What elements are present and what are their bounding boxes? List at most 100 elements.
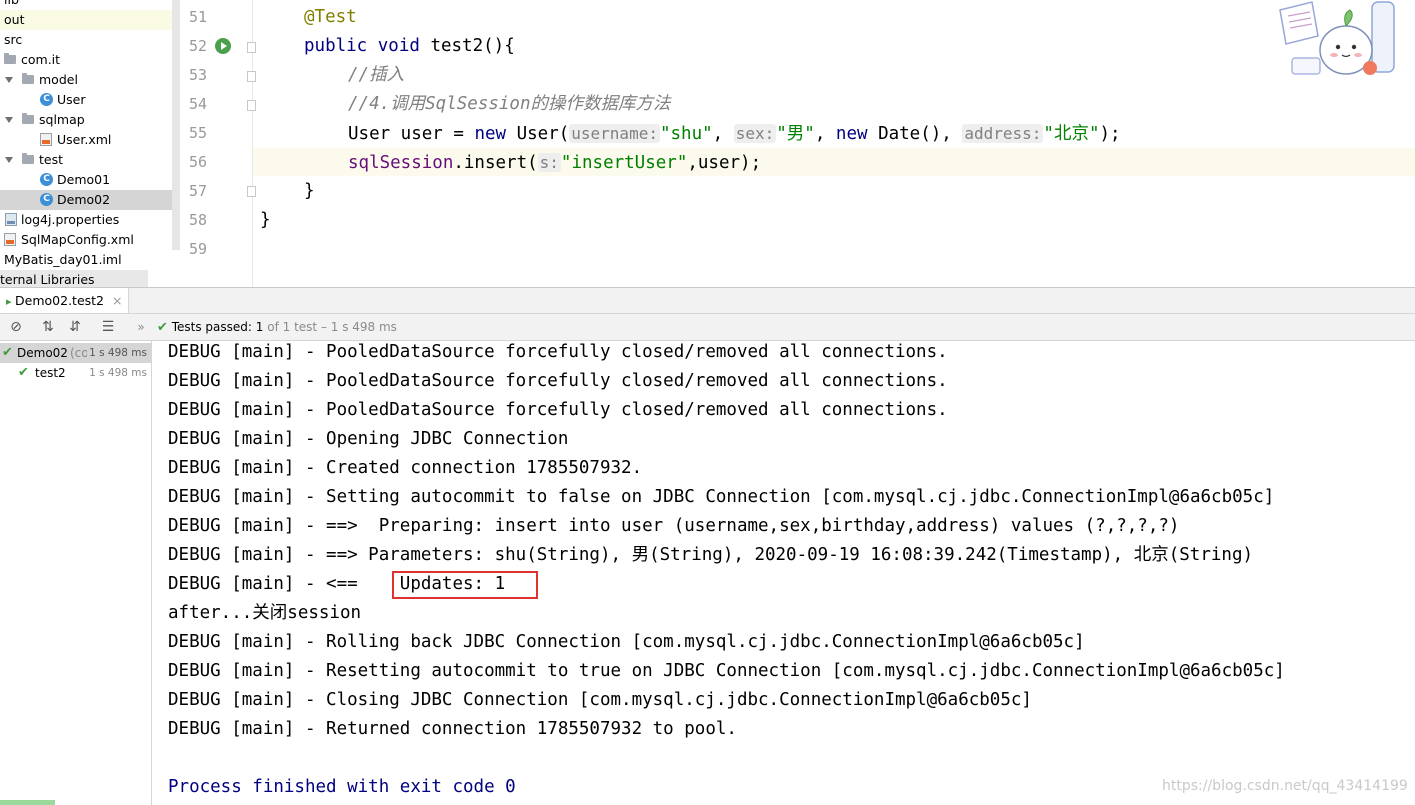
fold-marker-icon[interactable] [247, 186, 256, 197]
console-line: DEBUG [main] - Created connection 178550… [168, 458, 643, 478]
code-line-56: sqlSession.insert(s: "insertUser",user); [348, 148, 761, 177]
code-text: , [814, 124, 836, 144]
expand-arrow-icon[interactable] [5, 157, 13, 163]
test-duration: 1 s 498 ms [87, 343, 147, 363]
tree-item-user-xml[interactable]: User.xml [0, 130, 180, 150]
tree-item-label: model [39, 72, 78, 87]
package-icon [22, 73, 34, 84]
test-suite-label: Demo02 [17, 346, 68, 360]
tree-item-src[interactable]: src [0, 30, 180, 50]
test-status: ✔ Tests passed: 1 of 1 test – 1 s 498 ms [157, 314, 397, 341]
passed-check-icon: ✔ [18, 365, 29, 380]
tree-item-lib[interactable]: lib [0, 0, 180, 10]
tree-item-label: User.xml [57, 132, 112, 147]
run-tab-label: Demo02.test2 [15, 293, 105, 308]
more-icon[interactable]: » [133, 319, 149, 335]
console-line: DEBUG [main] - ==> Parameters: shu(Strin… [168, 545, 1254, 565]
code-text: ); [1099, 124, 1121, 144]
console-line: DEBUG [main] - PooledDataSource forceful… [168, 342, 948, 362]
watermark: https://blog.csdn.net/qq_43414199 [1162, 778, 1408, 794]
tree-item-sqlmapconfig-xml[interactable]: SqlMapConfig.xml [0, 230, 180, 250]
console-line: DEBUG [main] - Returned connection 17855… [168, 719, 737, 739]
tree-item-label: test [39, 152, 64, 167]
line-number: 56 [188, 153, 207, 171]
tree-item-label: MyBatis_day01.iml [4, 252, 122, 267]
status-strip [0, 800, 55, 805]
line-number: 53 [188, 66, 207, 84]
fold-marker-icon[interactable] [247, 100, 256, 111]
package-icon [22, 153, 34, 164]
code-text: User( [506, 124, 570, 144]
java-class-icon: C [40, 93, 53, 106]
code-line-53: //插入 [348, 65, 405, 85]
test-suite-row[interactable]: ✔ Demo02 (cor 1 s 498 ms [0, 343, 151, 363]
tree-item-label: log4j.properties [21, 212, 120, 227]
sort-by-duration-icon[interactable]: ⇵ [67, 319, 83, 335]
project-tree: lib out src com.it model C User sqlmap U… [0, 0, 180, 287]
code-text: Date(), [867, 124, 963, 144]
package-icon [22, 113, 34, 124]
updates-highlight-box [392, 571, 538, 599]
code-line-54: //4.调用SqlSession的操作数据库方法 [348, 94, 671, 114]
tree-item-user[interactable]: C User [0, 90, 180, 110]
code-text: ,user); [687, 153, 762, 173]
test-results-tree: ✔ Demo02 (cor 1 s 498 ms ✔ test2 1 s 498… [0, 341, 152, 805]
line-number: 55 [188, 124, 207, 142]
code-keyword: new [835, 124, 868, 144]
tree-item-test[interactable]: test [0, 150, 180, 170]
code-field: sqlSession [348, 153, 454, 173]
tree-item-log4j-properties[interactable]: log4j.properties [0, 210, 180, 230]
console-exit-line: Process finished with exit code 0 [168, 777, 516, 797]
run-test-icon[interactable] [215, 38, 231, 54]
expand-arrow-icon[interactable] [5, 77, 13, 83]
stop-icon[interactable]: ⊘ [8, 319, 24, 335]
tree-scrollbar[interactable] [172, 0, 180, 250]
parameter-hint: username: [569, 124, 660, 143]
code-keyword: new [474, 124, 507, 144]
status-label: Tests passed: [171, 320, 252, 334]
tree-item-label: lib [4, 0, 19, 10]
expand-arrow-icon[interactable] [5, 117, 13, 123]
test-case-row[interactable]: ✔ test2 1 s 498 ms [0, 363, 151, 383]
close-tab-icon[interactable]: × [112, 293, 122, 308]
sort-alphabetically-icon[interactable]: ⇅ [40, 319, 56, 335]
tree-item-demo02[interactable]: C Demo02 [0, 190, 180, 210]
console-line: DEBUG [main] - PooledDataSource forceful… [168, 400, 948, 420]
passed-check-icon: ✔ [2, 345, 13, 360]
code-text: .insert( [453, 153, 538, 173]
console-line: DEBUG [main] - Opening JDBC Connection [168, 429, 569, 449]
code-string: "北京" [1043, 124, 1100, 144]
fold-marker-icon[interactable] [247, 42, 256, 53]
tree-item-label: SqlMapConfig.xml [21, 232, 134, 247]
tree-item-label: src [4, 32, 23, 47]
tree-item-com-it[interactable]: com.it [0, 50, 180, 70]
run-tab[interactable]: ▸ Demo02.test2 × [0, 288, 130, 313]
xml-file-icon [4, 233, 16, 246]
console-line: DEBUG [main] - Setting autocommit to fal… [168, 487, 1275, 507]
java-class-icon: C [40, 193, 53, 206]
tree-item-sqlmap[interactable]: sqlmap [0, 110, 180, 130]
xml-file-icon [40, 133, 52, 146]
tree-item-label: User [57, 92, 86, 107]
tree-item-external-libraries[interactable]: ternal Libraries [0, 270, 148, 287]
tree-item-label: Demo01 [57, 172, 111, 187]
java-class-icon: C [40, 173, 53, 186]
tree-item-out[interactable]: out [0, 10, 180, 30]
expand-all-icon[interactable]: ☰ [100, 319, 116, 335]
fold-marker-icon[interactable] [247, 71, 256, 82]
tree-item-iml[interactable]: MyBatis_day01.iml [0, 250, 180, 270]
code-keyword: public void [304, 36, 420, 56]
tree-item-demo01[interactable]: C Demo01 [0, 170, 180, 190]
line-number: 59 [188, 240, 207, 258]
code-text: , [712, 124, 734, 144]
code-text: test2(){ [419, 36, 515, 56]
tree-item-model[interactable]: model [0, 70, 180, 90]
line-number: 57 [188, 182, 207, 200]
tree-item-label: out [4, 12, 25, 27]
properties-file-icon [5, 213, 17, 226]
console-line: after...关闭session [168, 603, 362, 623]
package-icon [4, 53, 16, 64]
line-number: 52 [188, 37, 207, 55]
line-number: 58 [188, 211, 207, 229]
run-tab-bar [0, 287, 1415, 314]
